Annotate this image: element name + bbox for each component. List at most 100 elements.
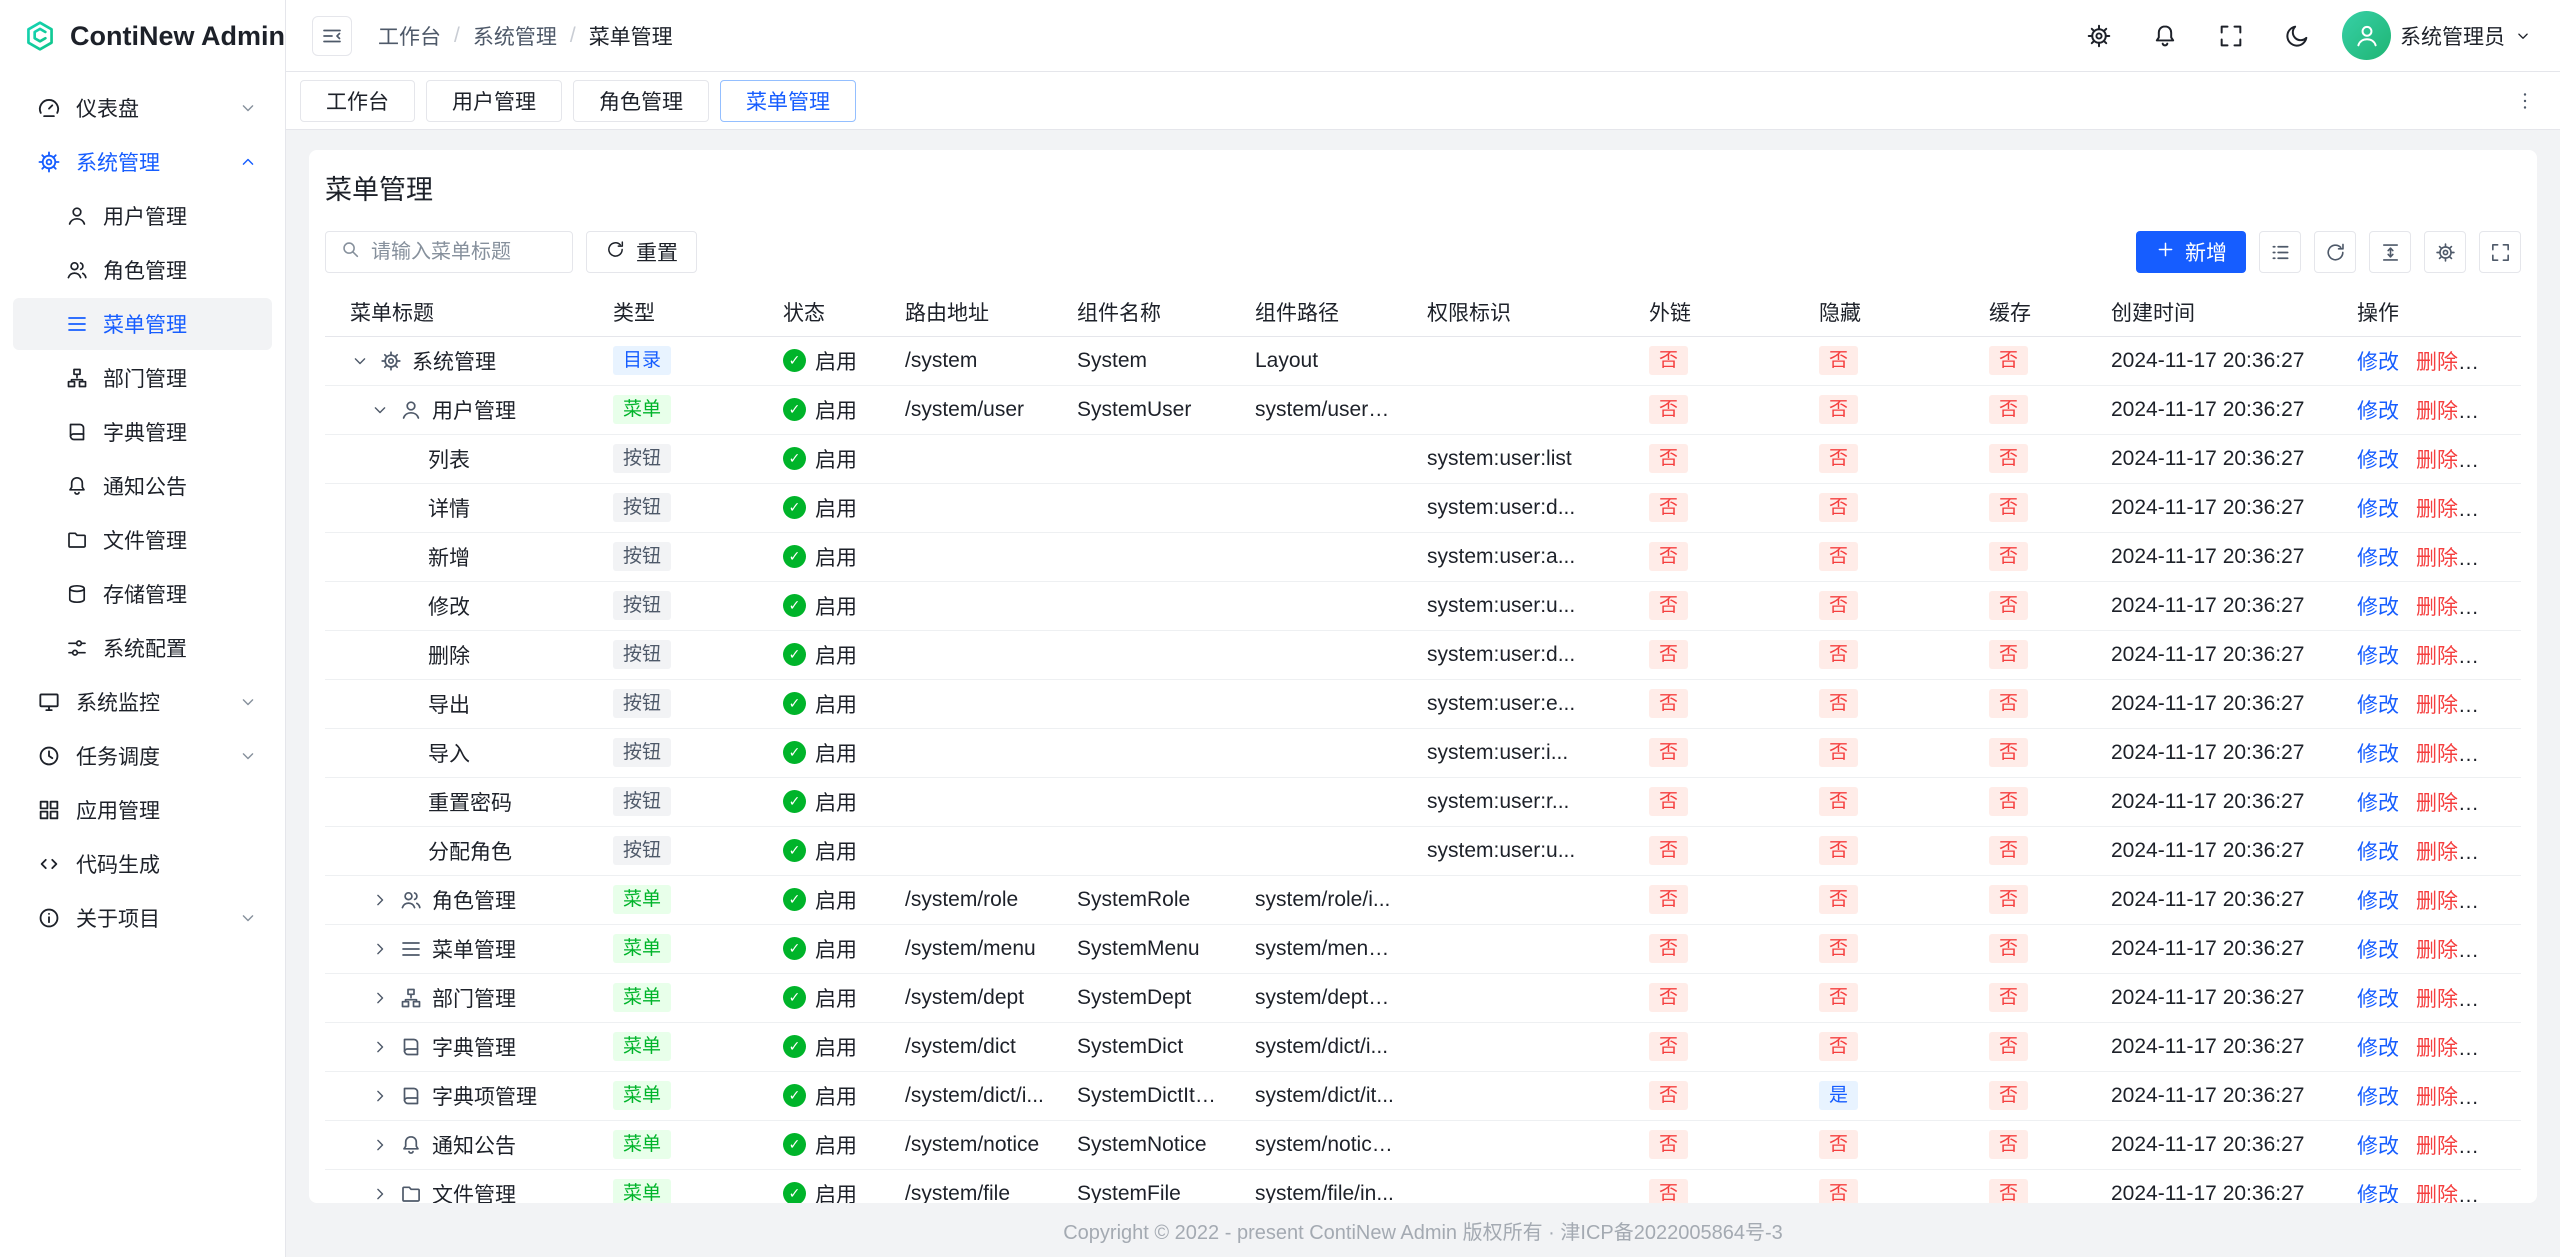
add-link[interactable]: 新增 <box>2475 351 2517 374</box>
refresh-tool-button[interactable] <box>2314 231 2356 273</box>
chevron-right-icon[interactable] <box>370 1184 390 1204</box>
delete-link[interactable]: 删除 <box>2416 1037 2458 1060</box>
gear-button[interactable] <box>2078 15 2120 57</box>
app-logo[interactable]: ContiNew Admin <box>0 0 285 72</box>
sidebar-subitem-1-2[interactable]: 菜单管理 <box>13 298 272 350</box>
row-component-path: system/file/in... <box>1239 1169 1411 1203</box>
edit-link[interactable]: 修改 <box>2357 988 2399 1011</box>
edit-link[interactable]: 修改 <box>2357 351 2399 374</box>
add-link[interactable]: 新增 <box>2475 1184 2517 1204</box>
edit-link[interactable]: 修改 <box>2357 1184 2399 1204</box>
chevron-right-icon[interactable] <box>370 1037 390 1057</box>
tab-0[interactable]: 工作台 <box>300 80 415 122</box>
user-avatar[interactable] <box>2342 11 2391 60</box>
add-link[interactable]: 新增 <box>2475 890 2517 913</box>
breadcrumb-item[interactable]: 菜单管理 <box>589 21 673 51</box>
edit-link[interactable]: 修改 <box>2357 1086 2399 1109</box>
sidebar-subitem-1-6[interactable]: 文件管理 <box>13 514 272 566</box>
edit-link[interactable]: 修改 <box>2357 890 2399 913</box>
expand-button[interactable] <box>2210 15 2252 57</box>
delete-link[interactable]: 删除 <box>2416 694 2458 717</box>
sidebar-collapse-button[interactable] <box>312 16 352 56</box>
sidebar-subitem-1-8[interactable]: 系统配置 <box>13 622 272 674</box>
edit-link[interactable]: 修改 <box>2357 1135 2399 1158</box>
delete-link[interactable]: 删除 <box>2416 939 2458 962</box>
edit-link[interactable]: 修改 <box>2357 596 2399 619</box>
user-icon <box>399 398 423 422</box>
chevron-right-icon[interactable] <box>370 1086 390 1106</box>
sidebar-subitem-1-5[interactable]: 通知公告 <box>13 460 272 512</box>
edit-link[interactable]: 修改 <box>2357 743 2399 766</box>
edit-link[interactable]: 修改 <box>2357 547 2399 570</box>
delete-link[interactable]: 删除 <box>2416 498 2458 521</box>
moon-button[interactable] <box>2276 15 2318 57</box>
delete-link[interactable]: 删除 <box>2416 351 2458 374</box>
sidebar-subitem-1-3[interactable]: 部门管理 <box>13 352 272 404</box>
edit-link[interactable]: 修改 <box>2357 841 2399 864</box>
tab-2[interactable]: 角色管理 <box>573 80 709 122</box>
delete-link[interactable]: 删除 <box>2416 1184 2458 1204</box>
chevron-down-icon[interactable] <box>350 351 370 371</box>
delete-link[interactable]: 删除 <box>2416 841 2458 864</box>
edit-link[interactable]: 修改 <box>2357 645 2399 668</box>
delete-link[interactable]: 删除 <box>2416 596 2458 619</box>
tab-more-button[interactable] <box>2504 80 2546 122</box>
add-link[interactable]: 新增 <box>2475 1086 2517 1109</box>
delete-link[interactable]: 删除 <box>2416 792 2458 815</box>
add-link[interactable]: 新增 <box>2475 1037 2517 1060</box>
add-link[interactable]: 新增 <box>2475 1135 2517 1158</box>
list-tool-button[interactable] <box>2259 231 2301 273</box>
sidebar-item-1[interactable]: 系统管理 <box>13 136 272 188</box>
tab-3[interactable]: 菜单管理 <box>720 80 856 122</box>
chevron-right-icon[interactable] <box>370 988 390 1008</box>
edit-link[interactable]: 修改 <box>2357 400 2399 423</box>
sidebar-subitem-1-7[interactable]: 存储管理 <box>13 568 272 620</box>
add-link[interactable]: 新增 <box>2475 400 2517 423</box>
chevron-right-icon[interactable] <box>370 939 390 959</box>
sidebar-item-5[interactable]: 代码生成 <box>13 838 272 890</box>
add-link[interactable]: 新增 <box>2475 939 2517 962</box>
edit-link[interactable]: 修改 <box>2357 694 2399 717</box>
edit-link[interactable]: 修改 <box>2357 1037 2399 1060</box>
breadcrumb-item[interactable]: 工作台 <box>378 21 441 51</box>
delete-link[interactable]: 删除 <box>2416 743 2458 766</box>
reset-button[interactable]: 重置 <box>586 231 697 273</box>
sidebar-subitem-1-1[interactable]: 角色管理 <box>13 244 272 296</box>
sidebar-item-3[interactable]: 任务调度 <box>13 730 272 782</box>
add-link[interactable]: 新增 <box>2475 988 2517 1011</box>
bell-button[interactable] <box>2144 15 2186 57</box>
chevron-right-icon[interactable] <box>370 1135 390 1155</box>
gear-tool-button[interactable] <box>2424 231 2466 273</box>
sidebar-item-0[interactable]: 仪表盘 <box>13 82 272 134</box>
delete-link[interactable]: 删除 <box>2416 449 2458 472</box>
chevron-right-icon[interactable] <box>370 890 390 910</box>
column-height-tool-button[interactable] <box>2369 231 2411 273</box>
flag-badge: 否 <box>1989 885 2028 914</box>
sidebar-subitem-1-4[interactable]: 字典管理 <box>13 406 272 458</box>
tab-1[interactable]: 用户管理 <box>426 80 562 122</box>
edit-link[interactable]: 修改 <box>2357 792 2399 815</box>
expand-tool-button[interactable] <box>2479 231 2521 273</box>
delete-link[interactable]: 删除 <box>2416 890 2458 913</box>
chevron-down-icon[interactable] <box>370 400 390 420</box>
delete-link[interactable]: 删除 <box>2416 988 2458 1011</box>
user-menu[interactable]: 系统管理员 <box>2342 11 2532 60</box>
delete-link[interactable]: 删除 <box>2416 547 2458 570</box>
sidebar-item-2[interactable]: 系统监控 <box>13 676 272 728</box>
sidebar-item-4[interactable]: 应用管理 <box>13 784 272 836</box>
edit-link[interactable]: 修改 <box>2357 498 2399 521</box>
delete-link[interactable]: 删除 <box>2416 400 2458 423</box>
check-circle-icon: ✓ <box>783 790 806 813</box>
row-created-time: 2024-11-17 20:36:27 <box>2095 1120 2341 1169</box>
edit-link[interactable]: 修改 <box>2357 449 2399 472</box>
search-input[interactable] <box>371 241 559 264</box>
delete-link[interactable]: 删除 <box>2416 645 2458 668</box>
delete-link[interactable]: 删除 <box>2416 1135 2458 1158</box>
sidebar-subitem-1-0[interactable]: 用户管理 <box>13 190 272 242</box>
delete-link[interactable]: 删除 <box>2416 1086 2458 1109</box>
edit-link[interactable]: 修改 <box>2357 939 2399 962</box>
add-button[interactable]: 新增 <box>2136 231 2246 273</box>
column-header: 状态 <box>767 289 889 336</box>
breadcrumb-item[interactable]: 系统管理 <box>473 21 557 51</box>
sidebar-item-6[interactable]: 关于项目 <box>13 892 272 944</box>
